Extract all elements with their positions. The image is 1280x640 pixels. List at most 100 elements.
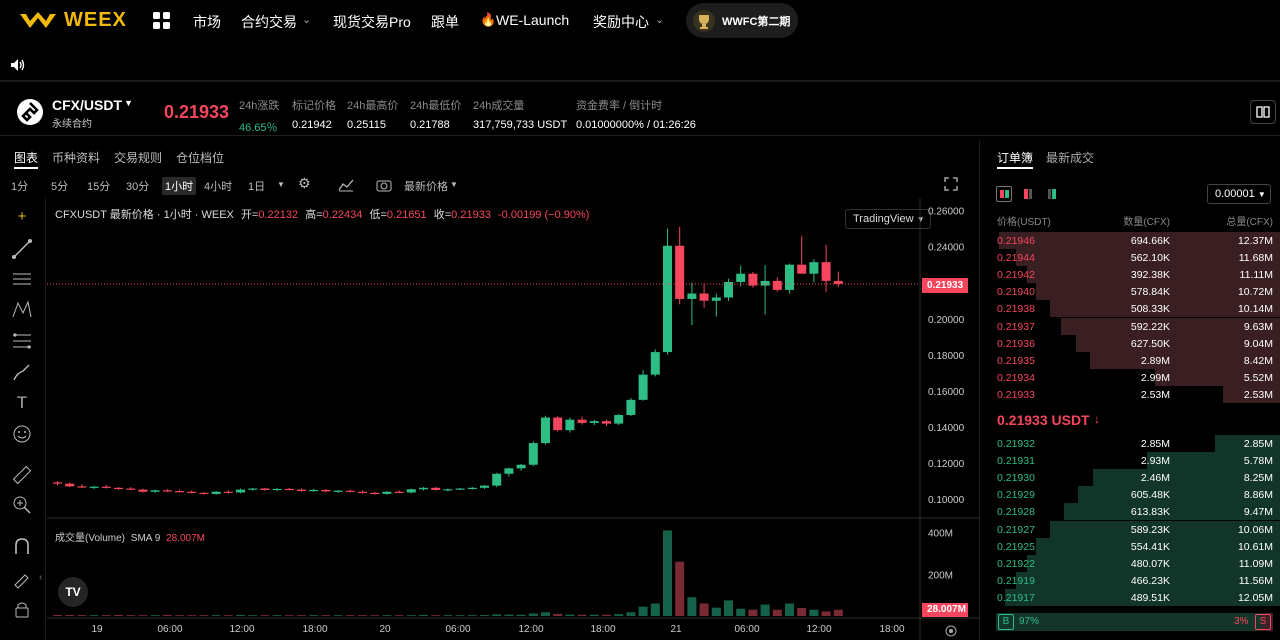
lock-icon[interactable]	[11, 598, 33, 620]
row-total: 9.04M	[1243, 337, 1273, 350]
text-tool-icon[interactable]: T	[11, 392, 33, 414]
timeframe-30m[interactable]: 30分	[126, 178, 149, 194]
caret-down-icon[interactable]: ▼	[277, 180, 285, 189]
emoji-icon[interactable]	[11, 423, 33, 445]
bid-row[interactable]: 0.21925 554.41K 10.61M	[982, 537, 1280, 555]
view-both-icon[interactable]	[996, 186, 1012, 202]
row-qty: 605.48K	[1130, 489, 1170, 502]
tab-position-tiers[interactable]: 仓位档位	[176, 149, 224, 166]
time-axis-label: 12:00	[229, 624, 254, 635]
fib-icon[interactable]	[11, 330, 33, 352]
row-total: 11.56M	[1238, 574, 1273, 587]
volume-bar	[443, 615, 453, 616]
crosshair-icon[interactable]: +	[11, 206, 33, 228]
bid-row[interactable]: 0.21919 466.23K 11.56M	[982, 571, 1280, 589]
book-icon[interactable]	[1250, 100, 1276, 124]
row-qty: 480.07K	[1130, 557, 1170, 570]
fullscreen-icon[interactable]	[944, 177, 958, 191]
candle-body	[431, 487, 441, 490]
chevron-down-icon: ⌄	[655, 14, 665, 26]
timeframe-5m[interactable]: 5分	[51, 178, 68, 194]
view-asks-icon[interactable]	[1020, 186, 1036, 202]
wwfc-badge[interactable]: WWFC第二期	[686, 3, 798, 38]
candle-body	[53, 482, 62, 484]
horizontal-lines-icon[interactable]	[11, 268, 33, 290]
camera-icon[interactable]	[376, 178, 392, 192]
volume-bar	[772, 609, 782, 616]
tab-coin-info[interactable]: 币种资料	[52, 149, 100, 166]
ask-row[interactable]: 0.21936 627.50K 9.04M	[982, 334, 1280, 352]
bid-row[interactable]: 0.21930 2.46M 8.25M	[982, 469, 1280, 487]
candle-body	[821, 262, 831, 281]
bid-row[interactable]: 0.21917 489.51K 12.05M	[982, 588, 1280, 606]
bid-row[interactable]: 0.21922 480.07K 11.09M	[982, 554, 1280, 572]
caret-down-icon[interactable]: ▼	[124, 98, 133, 108]
ask-row[interactable]: 0.21946 694.66K 12.37M	[982, 232, 1280, 249]
symbol-selector[interactable]: CFX/USDT	[52, 97, 122, 113]
collapse-toolbar-icon[interactable]: ‹	[39, 572, 42, 583]
magnet-icon[interactable]	[11, 536, 33, 558]
indicators-icon[interactable]	[338, 178, 354, 192]
apps-grid-icon[interactable]	[153, 12, 170, 29]
volume-bar	[724, 600, 733, 616]
timeframe-15m[interactable]: 15分	[87, 178, 110, 194]
nav-item-spot-pro[interactable]: 现货交易Pro	[333, 12, 411, 32]
ask-row[interactable]: 0.21938 508.33K 10.14M	[982, 300, 1280, 318]
tab-chart[interactable]: 图表	[14, 149, 38, 166]
settings-gear-icon[interactable]: ⚙	[298, 175, 311, 192]
speaker-icon[interactable]	[10, 58, 26, 72]
volume-bar	[321, 615, 331, 616]
row-qty: 589.23K	[1130, 523, 1170, 536]
tab-trading-rules[interactable]: 交易规则	[114, 149, 162, 166]
timeframe-bar: 1分 5分 15分 30分 1小时 4小时 1日 ▼ ⚙ 最新价格 ▼ Trad…	[0, 174, 980, 229]
orderbook-last-price: 0.21933 USDT	[997, 412, 1090, 428]
price-type-selector[interactable]: 最新价格	[404, 178, 448, 194]
ruler-icon[interactable]	[11, 464, 33, 486]
caret-down-icon[interactable]: ▼	[450, 180, 458, 189]
nav-item-copy-trade[interactable]: 跟单	[431, 12, 459, 32]
bid-row[interactable]: 0.21929 605.48K 8.86M	[982, 486, 1280, 504]
bid-row[interactable]: 0.21927 589.23K 10.06M	[982, 520, 1280, 538]
ohlc-high: 0.22434	[322, 209, 363, 221]
tab-orderbook[interactable]: 订单簿	[997, 149, 1033, 166]
precision-selector[interactable]: 0.00001 ▼	[1207, 184, 1271, 204]
weex-logo[interactable]: WEEX	[18, 9, 127, 32]
trendline-icon[interactable]	[11, 238, 33, 260]
timeframe-1h[interactable]: 1小时	[162, 177, 197, 195]
buy-label: B	[998, 614, 1014, 630]
ask-row[interactable]: 0.21942 392.38K 11.11M	[982, 266, 1280, 284]
nav-item-futures[interactable]: 合约交易	[241, 12, 297, 32]
tradingview-logo[interactable]: TV	[58, 577, 88, 607]
ask-row[interactable]: 0.21933 2.53M 2.53M	[982, 385, 1280, 403]
candlestick-chart[interactable]: 0.260000.240000.220000.200000.180000.160…	[47, 198, 980, 640]
ask-row[interactable]: 0.21937 592.22K 9.63M	[982, 317, 1280, 335]
row-qty: 508.33K	[1130, 303, 1170, 316]
pattern-icon[interactable]	[11, 299, 33, 321]
candle-body	[358, 491, 367, 493]
tab-recent-trades[interactable]: 最新成交	[1046, 149, 1094, 166]
volume-bar	[492, 614, 502, 616]
timeframe-4h[interactable]: 4小时	[204, 178, 232, 194]
ask-row[interactable]: 0.21934 2.99M 5.52M	[982, 368, 1280, 386]
brush-icon[interactable]	[11, 361, 33, 383]
volume-bar	[480, 614, 489, 616]
bid-row[interactable]: 0.21928 613.83K 9.47M	[982, 503, 1280, 521]
nav-item-rewards[interactable]: 奖励中心	[593, 12, 649, 32]
nav-item-market[interactable]: 市场	[193, 12, 221, 32]
current-price-tag: 0.21933	[922, 278, 968, 293]
timeframe-1m[interactable]: 1分	[11, 178, 28, 194]
ask-row[interactable]: 0.21944 562.10K 11.68M	[982, 249, 1280, 267]
volume-bar	[199, 615, 209, 616]
row-total: 9.47M	[1243, 506, 1273, 519]
chart-settings-icon[interactable]	[944, 624, 958, 638]
timeframe-1d[interactable]: 1日	[248, 178, 265, 194]
ask-row[interactable]: 0.21935 2.89M 8.42M	[982, 351, 1280, 369]
ask-row[interactable]: 0.21940 578.84K 10.72M	[982, 283, 1280, 301]
bid-row[interactable]: 0.21931 2.93M 5.78M	[982, 452, 1280, 470]
view-bids-icon[interactable]	[1044, 186, 1060, 202]
zoom-in-icon[interactable]	[11, 494, 33, 516]
nav-item-we-launch[interactable]: WE-Launch	[496, 12, 569, 28]
bid-row[interactable]: 0.21932 2.85M 2.85M	[982, 435, 1280, 452]
lock-drawings-icon[interactable]	[11, 567, 33, 589]
candle-body	[736, 273, 746, 282]
